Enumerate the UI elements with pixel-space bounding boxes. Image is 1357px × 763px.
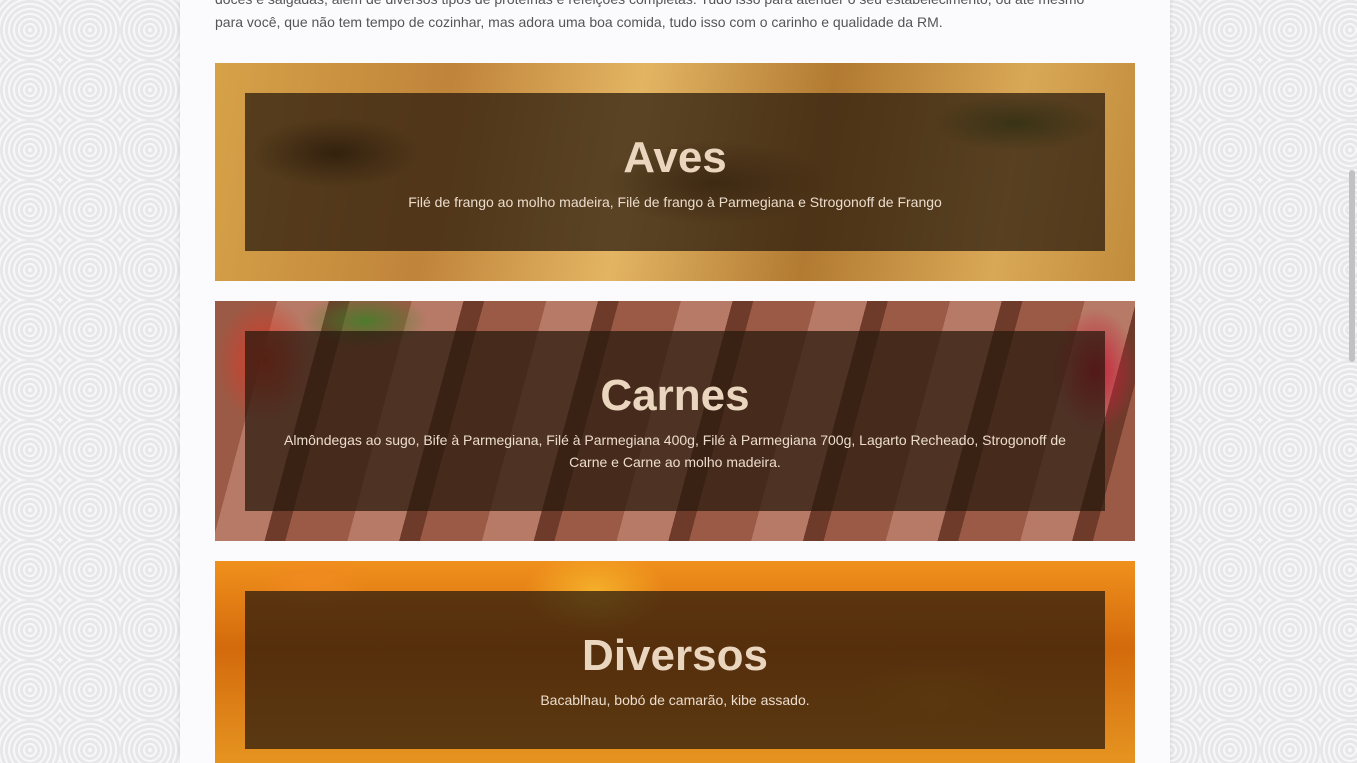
content-column: doces e salgadas, além de diversos tipos… — [180, 0, 1170, 763]
category-description: Filé de frango ao molho madeira, Filé de… — [408, 194, 942, 210]
category-description: Almôndegas ao sugo, Bife à Parmegiana, F… — [284, 432, 1066, 470]
category-title: Aves — [623, 133, 727, 182]
intro-line-2: para você, que não tem tempo de cozinhar… — [215, 14, 943, 30]
category-title: Diversos — [582, 631, 768, 680]
category-title: Carnes — [600, 371, 750, 420]
scrollbar-thumb[interactable] — [1349, 170, 1355, 362]
page-scrollbar[interactable] — [1340, 0, 1357, 763]
category-card-aves[interactable]: Aves Filé de frango ao molho madeira, Fi… — [215, 63, 1135, 281]
intro-text: doces e salgadas, além de diversos tipos… — [215, 0, 1135, 34]
category-card-diversos[interactable]: Diversos Bacablhau, bobó de camarão, kib… — [215, 561, 1135, 763]
category-card-carnes[interactable]: Carnes Almôndegas ao sugo, Bife à Parmeg… — [215, 301, 1135, 541]
category-overlay: Aves Filé de frango ao molho madeira, Fi… — [245, 93, 1105, 251]
category-description: Bacablhau, bobó de camarão, kibe assado. — [540, 692, 810, 708]
intro-line-1: doces e salgadas, além de diversos tipos… — [215, 0, 1135, 11]
category-overlay: Diversos Bacablhau, bobó de camarão, kib… — [245, 591, 1105, 749]
category-overlay: Carnes Almôndegas ao sugo, Bife à Parmeg… — [245, 331, 1105, 511]
